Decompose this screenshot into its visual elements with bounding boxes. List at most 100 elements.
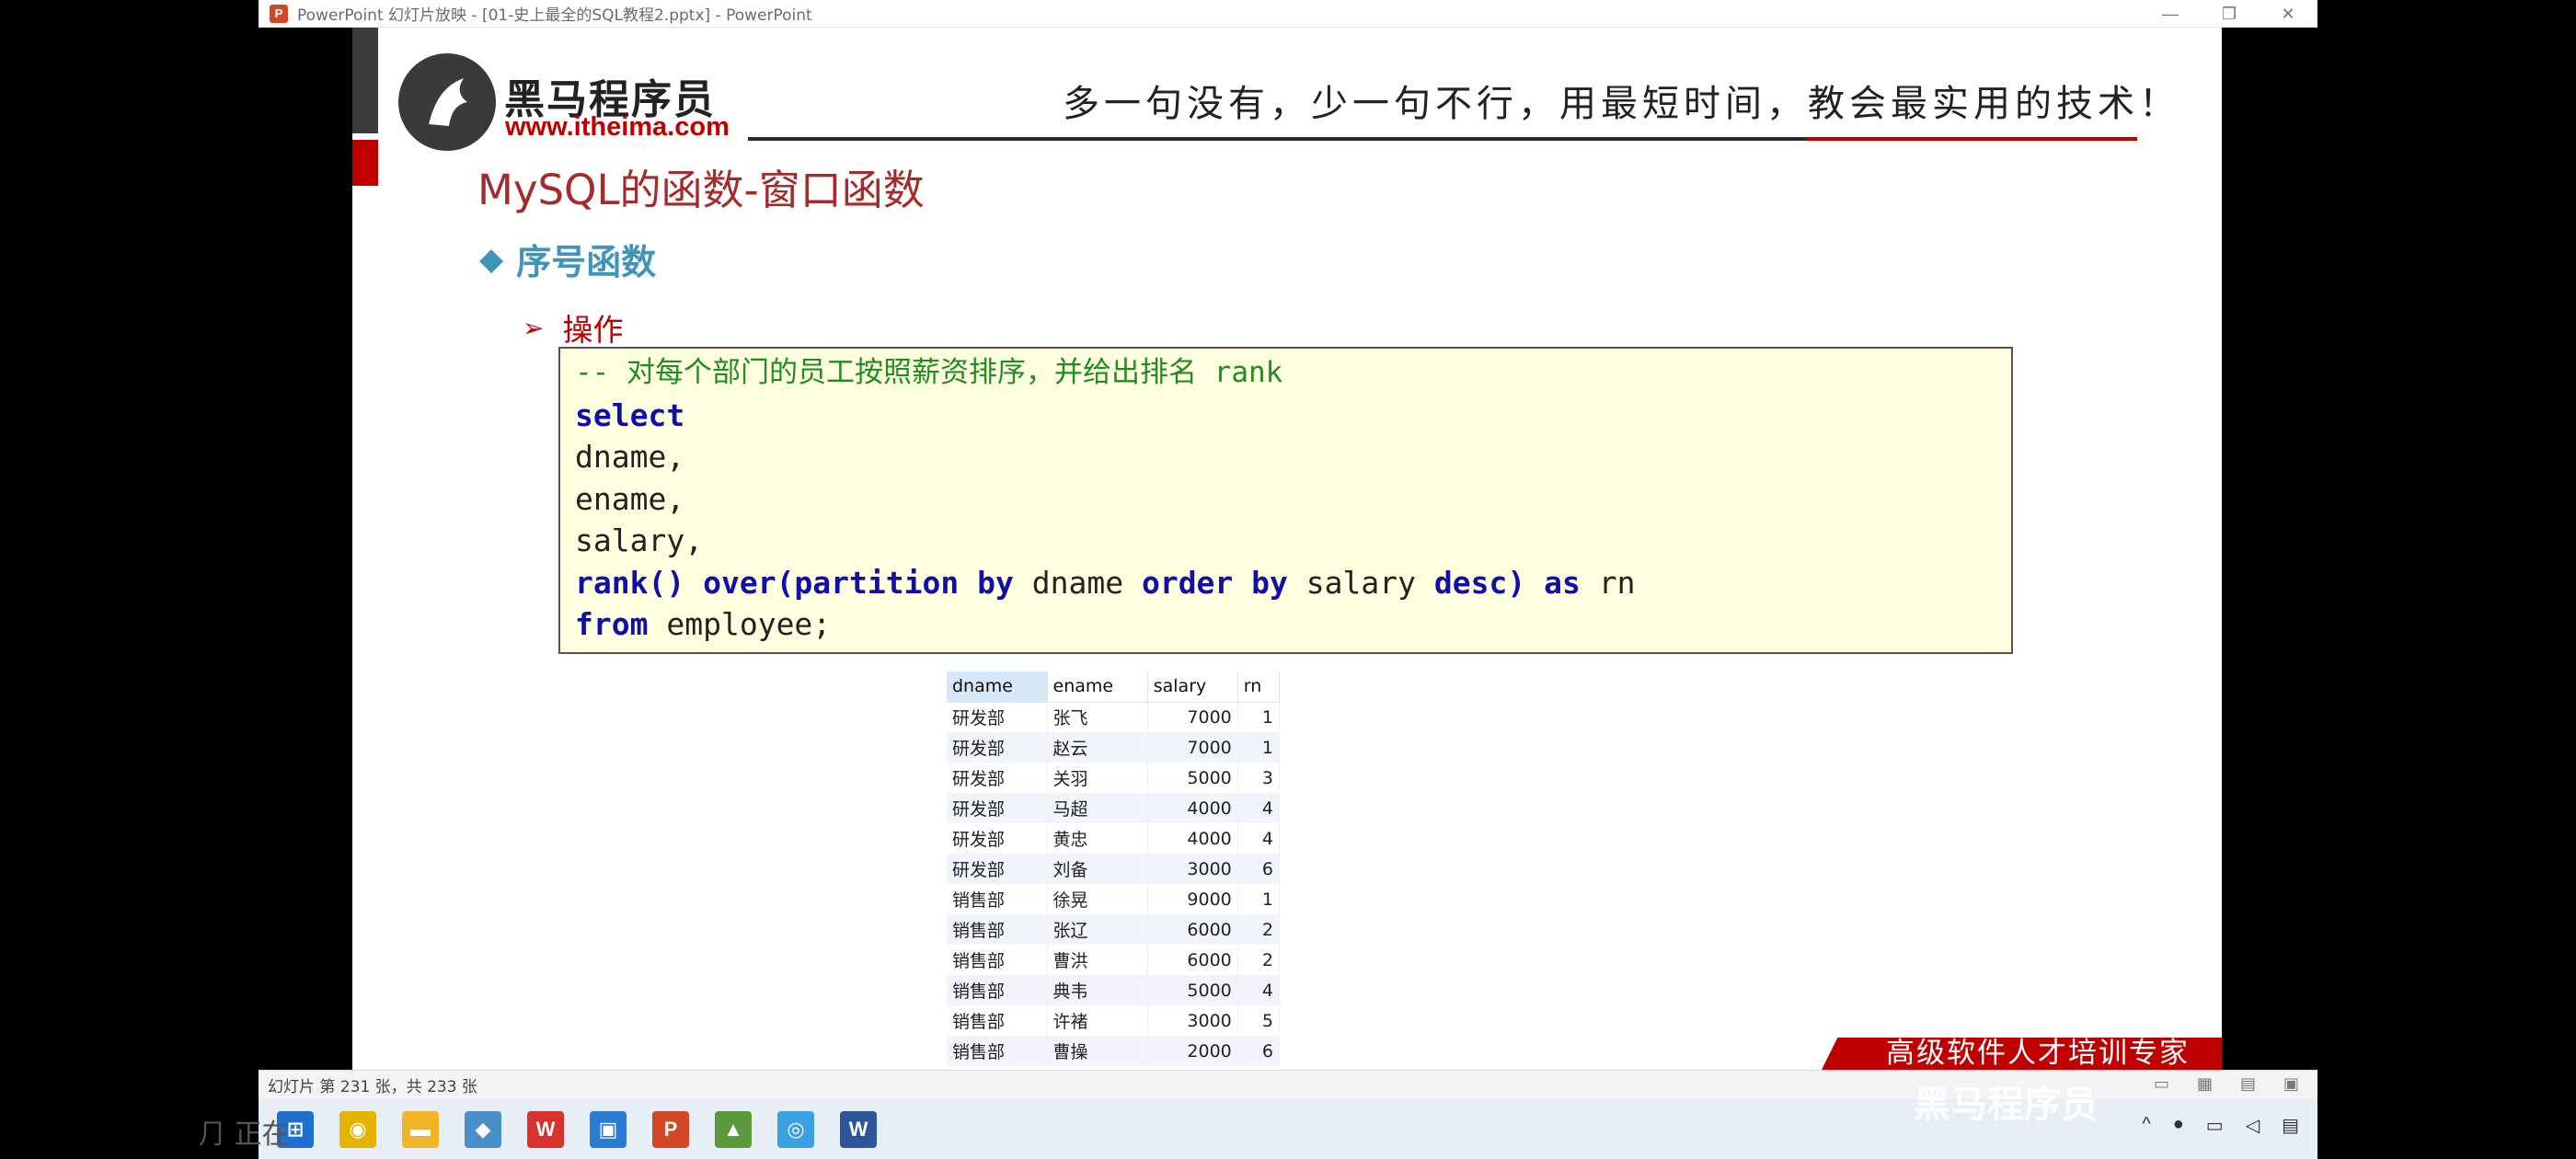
kw-rank: rank() — [575, 564, 685, 601]
brand-url: www.itheima.com — [505, 112, 730, 142]
table-cell-salary: 6000 — [1147, 945, 1238, 975]
table-row[interactable]: 销售部 典韦 5000 4 — [947, 975, 1281, 1005]
window-titlebar: P PowerPoint 幻灯片放映 - [01-史上最全的SQL教程2.ppt… — [259, 0, 2317, 28]
volume-icon[interactable]: ◁ — [2246, 1114, 2260, 1137]
table-cell-dname: 研发部 — [947, 702, 1048, 732]
col-header-ename[interactable]: ename — [1047, 671, 1148, 703]
app-book-icon[interactable]: ◆ — [465, 1110, 501, 1148]
table-cell-salary: 4000 — [1147, 823, 1238, 854]
footer-banner: 高级软件人才培训专家 — [1822, 1038, 2222, 1070]
file-explorer-icon[interactable]: ▬ — [402, 1110, 439, 1148]
table-cell-dname: 销售部 — [947, 1005, 1048, 1036]
system-tray: ^ ● ▭ ◁ ▤ — [2142, 1114, 2299, 1137]
table-cell-dname: 销售部 — [947, 945, 1048, 975]
table-cell-salary: 4000 — [1147, 793, 1238, 823]
col-header-salary[interactable]: salary — [1147, 671, 1238, 703]
slide-canvas[interactable]: 黑马程序员 www.itheima.com 多一句没有，少一句不行，用最短时间，… — [352, 28, 2222, 1070]
table-row[interactable]: 研发部 关羽 5000 3 — [947, 763, 1281, 793]
notification-icon[interactable]: ▤ — [2282, 1114, 2299, 1137]
bullet-level1-text: 序号函数 — [516, 242, 657, 282]
slogan: 多一句没有，少一句不行，用最短时间，教会最实用的技术！ — [1063, 83, 2180, 125]
table-cell-salary: 9000 — [1147, 884, 1238, 914]
watermark: 黑马程序员 — [1914, 1084, 2098, 1126]
table-cell-rn: 1 — [1237, 884, 1281, 914]
table-cell-rn: 4 — [1237, 793, 1281, 823]
table-cell-rn: 3 — [1237, 763, 1281, 793]
code-line-dname: dname, — [575, 439, 685, 475]
code-line-from: from employee; — [575, 603, 1996, 646]
table-cell-ename: 徐晃 — [1047, 884, 1148, 914]
powerpoint-icon: P — [270, 4, 288, 23]
table-cell-salary: 7000 — [1147, 702, 1238, 732]
table-cell-dname: 研发部 — [947, 823, 1048, 854]
table-cell-dname: 研发部 — [947, 763, 1048, 793]
table-row[interactable]: 销售部 曹操 2000 6 — [947, 1036, 1281, 1066]
battery-icon[interactable]: ▭ — [2206, 1114, 2224, 1137]
code-rn: rn — [1598, 564, 1636, 601]
table-cell-rn: 6 — [1237, 854, 1281, 884]
table-cell-salary: 5000 — [1147, 763, 1238, 793]
table-cell-rn: 6 — [1237, 1036, 1281, 1066]
table-cell-ename: 曹操 — [1047, 1036, 1148, 1066]
code-employee: employee; — [666, 606, 832, 642]
close-button[interactable]: ✕ — [2259, 0, 2317, 28]
table-cell-rn: 2 — [1237, 945, 1281, 975]
wps-icon[interactable]: W — [527, 1110, 564, 1148]
left-accent-bar — [352, 140, 378, 186]
table-cell-rn: 4 — [1237, 975, 1281, 1005]
table-row[interactable]: 研发部 赵云 7000 1 — [947, 732, 1281, 763]
slide-title: MySQL的函数-窗口函数 — [477, 166, 925, 214]
kw-from: from — [575, 606, 649, 642]
app-chart-icon[interactable]: ▲ — [715, 1110, 752, 1148]
col-header-dname[interactable]: dname — [947, 671, 1048, 703]
left-decor-bar — [352, 28, 378, 133]
table-row[interactable]: 销售部 徐晃 9000 1 — [947, 884, 1281, 914]
kw-order-by: order by — [1141, 564, 1288, 601]
col-header-rn[interactable]: rn — [1237, 671, 1281, 703]
horse-logo-icon — [398, 53, 496, 151]
code-salary: salary — [1305, 564, 1416, 601]
table-cell-ename: 许褚 — [1047, 1005, 1148, 1036]
table-row[interactable]: 销售部 曹洪 6000 2 — [947, 945, 1281, 975]
result-table: dname ename salary rn 研发部 张飞 7000 1 研发部 赵云 700… — [947, 671, 1281, 1066]
header-divider-accent — [1806, 137, 2137, 141]
header-divider — [748, 137, 1808, 141]
table-row[interactable]: 研发部 刘备 3000 6 — [947, 854, 1281, 884]
app-circle-icon[interactable]: ◎ — [777, 1110, 814, 1148]
slideshow-icon[interactable]: ▣ — [2283, 1074, 2299, 1094]
code-line-rank: rank() over(partition by dname order by … — [575, 562, 1996, 604]
table-cell-dname: 销售部 — [947, 975, 1048, 1005]
horse-logo-shape — [429, 78, 467, 126]
slide-sorter-icon[interactable]: ▦ — [2197, 1074, 2213, 1094]
chrome-icon[interactable]: ◉ — [339, 1110, 376, 1148]
table-cell-ename: 张飞 — [1047, 702, 1148, 732]
arrow-bullet-icon: ➢ — [523, 313, 545, 342]
table-row[interactable]: 研发部 马超 4000 4 — [947, 793, 1281, 823]
table-row[interactable]: 销售部 许褚 3000 5 — [947, 1005, 1281, 1036]
table-cell-rn: 1 — [1237, 702, 1281, 732]
table-cell-salary: 5000 — [1147, 975, 1238, 1005]
mic-icon[interactable]: ● — [2173, 1114, 2184, 1137]
view-controls: ▭ ▦ ▤ ▣ — [2154, 1074, 2299, 1094]
code-line-salary: salary, — [575, 522, 704, 558]
table-row[interactable]: 研发部 张飞 7000 1 — [947, 702, 1281, 732]
restore-button[interactable]: ❐ — [2200, 0, 2259, 28]
powerpoint-taskbar-icon[interactable]: P — [652, 1110, 689, 1148]
table-cell-rn: 4 — [1237, 823, 1281, 854]
kw-over: over(partition by — [703, 564, 1014, 601]
word-icon[interactable]: W — [840, 1110, 877, 1148]
table-row[interactable]: 研发部 黄忠 4000 4 — [947, 823, 1281, 854]
window-title: PowerPoint 幻灯片放映 - [01-史上最全的SQL教程2.pptx]… — [297, 6, 812, 25]
table-cell-ename: 关羽 — [1047, 763, 1148, 793]
normal-view-icon[interactable]: ▭ — [2154, 1074, 2169, 1094]
app-square-icon[interactable]: ▣ — [590, 1110, 627, 1148]
reading-view-icon[interactable]: ▤ — [2240, 1074, 2256, 1094]
table-row[interactable]: 销售部 张辽 6000 2 — [947, 914, 1281, 945]
result-header-row: dname ename salary rn — [947, 671, 1281, 703]
minimize-button[interactable]: — — [2141, 0, 2200, 28]
table-cell-salary: 3000 — [1147, 854, 1238, 884]
table-cell-dname: 研发部 — [947, 854, 1048, 884]
tray-chevron-icon[interactable]: ^ — [2142, 1114, 2150, 1137]
result-body: 研发部 张飞 7000 1 研发部 赵云 7000 1 研发部 关羽 5000 3 研发部 马超 4000 4… — [947, 702, 1281, 1066]
code-comment: -- 对每个部门的员工按照薪资排序，并给出排名 rank — [575, 356, 1283, 389]
